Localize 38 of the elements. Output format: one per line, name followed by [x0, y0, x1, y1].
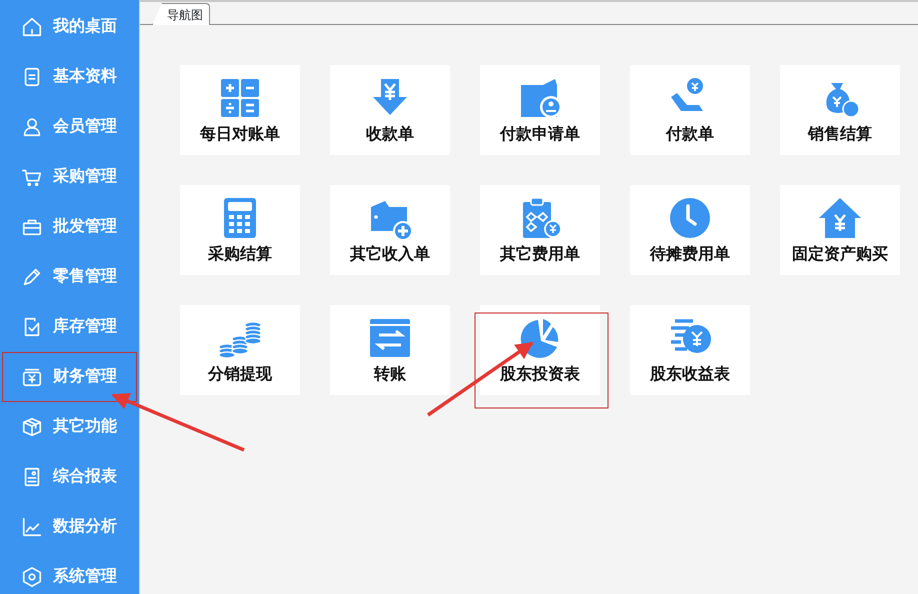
tile-label: 付款申请单: [500, 124, 580, 145]
tile-button[interactable]: 其它费用单: [480, 185, 600, 275]
tile-button[interactable]: 付款申请单: [480, 65, 600, 155]
tile-label: 固定资产购买: [792, 244, 888, 265]
tile-button[interactable]: 销售结算: [780, 65, 900, 155]
tile-label: 待摊费用单: [650, 244, 730, 265]
settings-icon: [21, 566, 43, 588]
box-icon: [21, 416, 43, 438]
person-icon: [21, 116, 43, 138]
tile-label: 股东收益表: [650, 364, 730, 385]
tile-button[interactable]: 分销提现: [180, 305, 300, 395]
tile-label: 其它收入单: [350, 244, 430, 265]
tile-label: 采购结算: [208, 244, 272, 265]
money-box-icon: [21, 366, 43, 388]
tile-button[interactable]: 每日对账单: [180, 65, 300, 155]
tab[interactable]: 导航图: [152, 3, 210, 25]
tile-button[interactable]: 股东收益表: [630, 305, 750, 395]
tile-button[interactable]: 收款单: [330, 65, 450, 155]
tile-label: 销售结算: [808, 124, 872, 145]
house-icon: [817, 195, 863, 241]
tile-label: 付款单: [666, 124, 714, 145]
tile-button[interactable]: 采购结算: [180, 185, 300, 275]
home-icon: [21, 16, 43, 38]
pencil-icon: [21, 266, 43, 288]
tile-button[interactable]: 转账: [330, 305, 450, 395]
tile-button[interactable]: 待摊费用单: [630, 185, 750, 275]
tile-label: 收款单: [366, 124, 414, 145]
tile-button[interactable]: 其它收入单: [330, 185, 450, 275]
tile-label: 分销提现: [208, 364, 272, 385]
tile-label: 每日对账单: [200, 124, 280, 145]
clock-icon: [667, 195, 713, 241]
tile-button[interactable]: 股东投资表: [480, 305, 600, 395]
tile-label: 转账: [374, 364, 406, 385]
tile-label: 其它费用单: [500, 244, 580, 265]
tile-label: 股东投资表: [500, 364, 580, 385]
tile-button[interactable]: 固定资产购买: [780, 185, 900, 275]
line-chart-icon: [21, 516, 43, 538]
tile-button[interactable]: 付款单: [630, 65, 750, 155]
